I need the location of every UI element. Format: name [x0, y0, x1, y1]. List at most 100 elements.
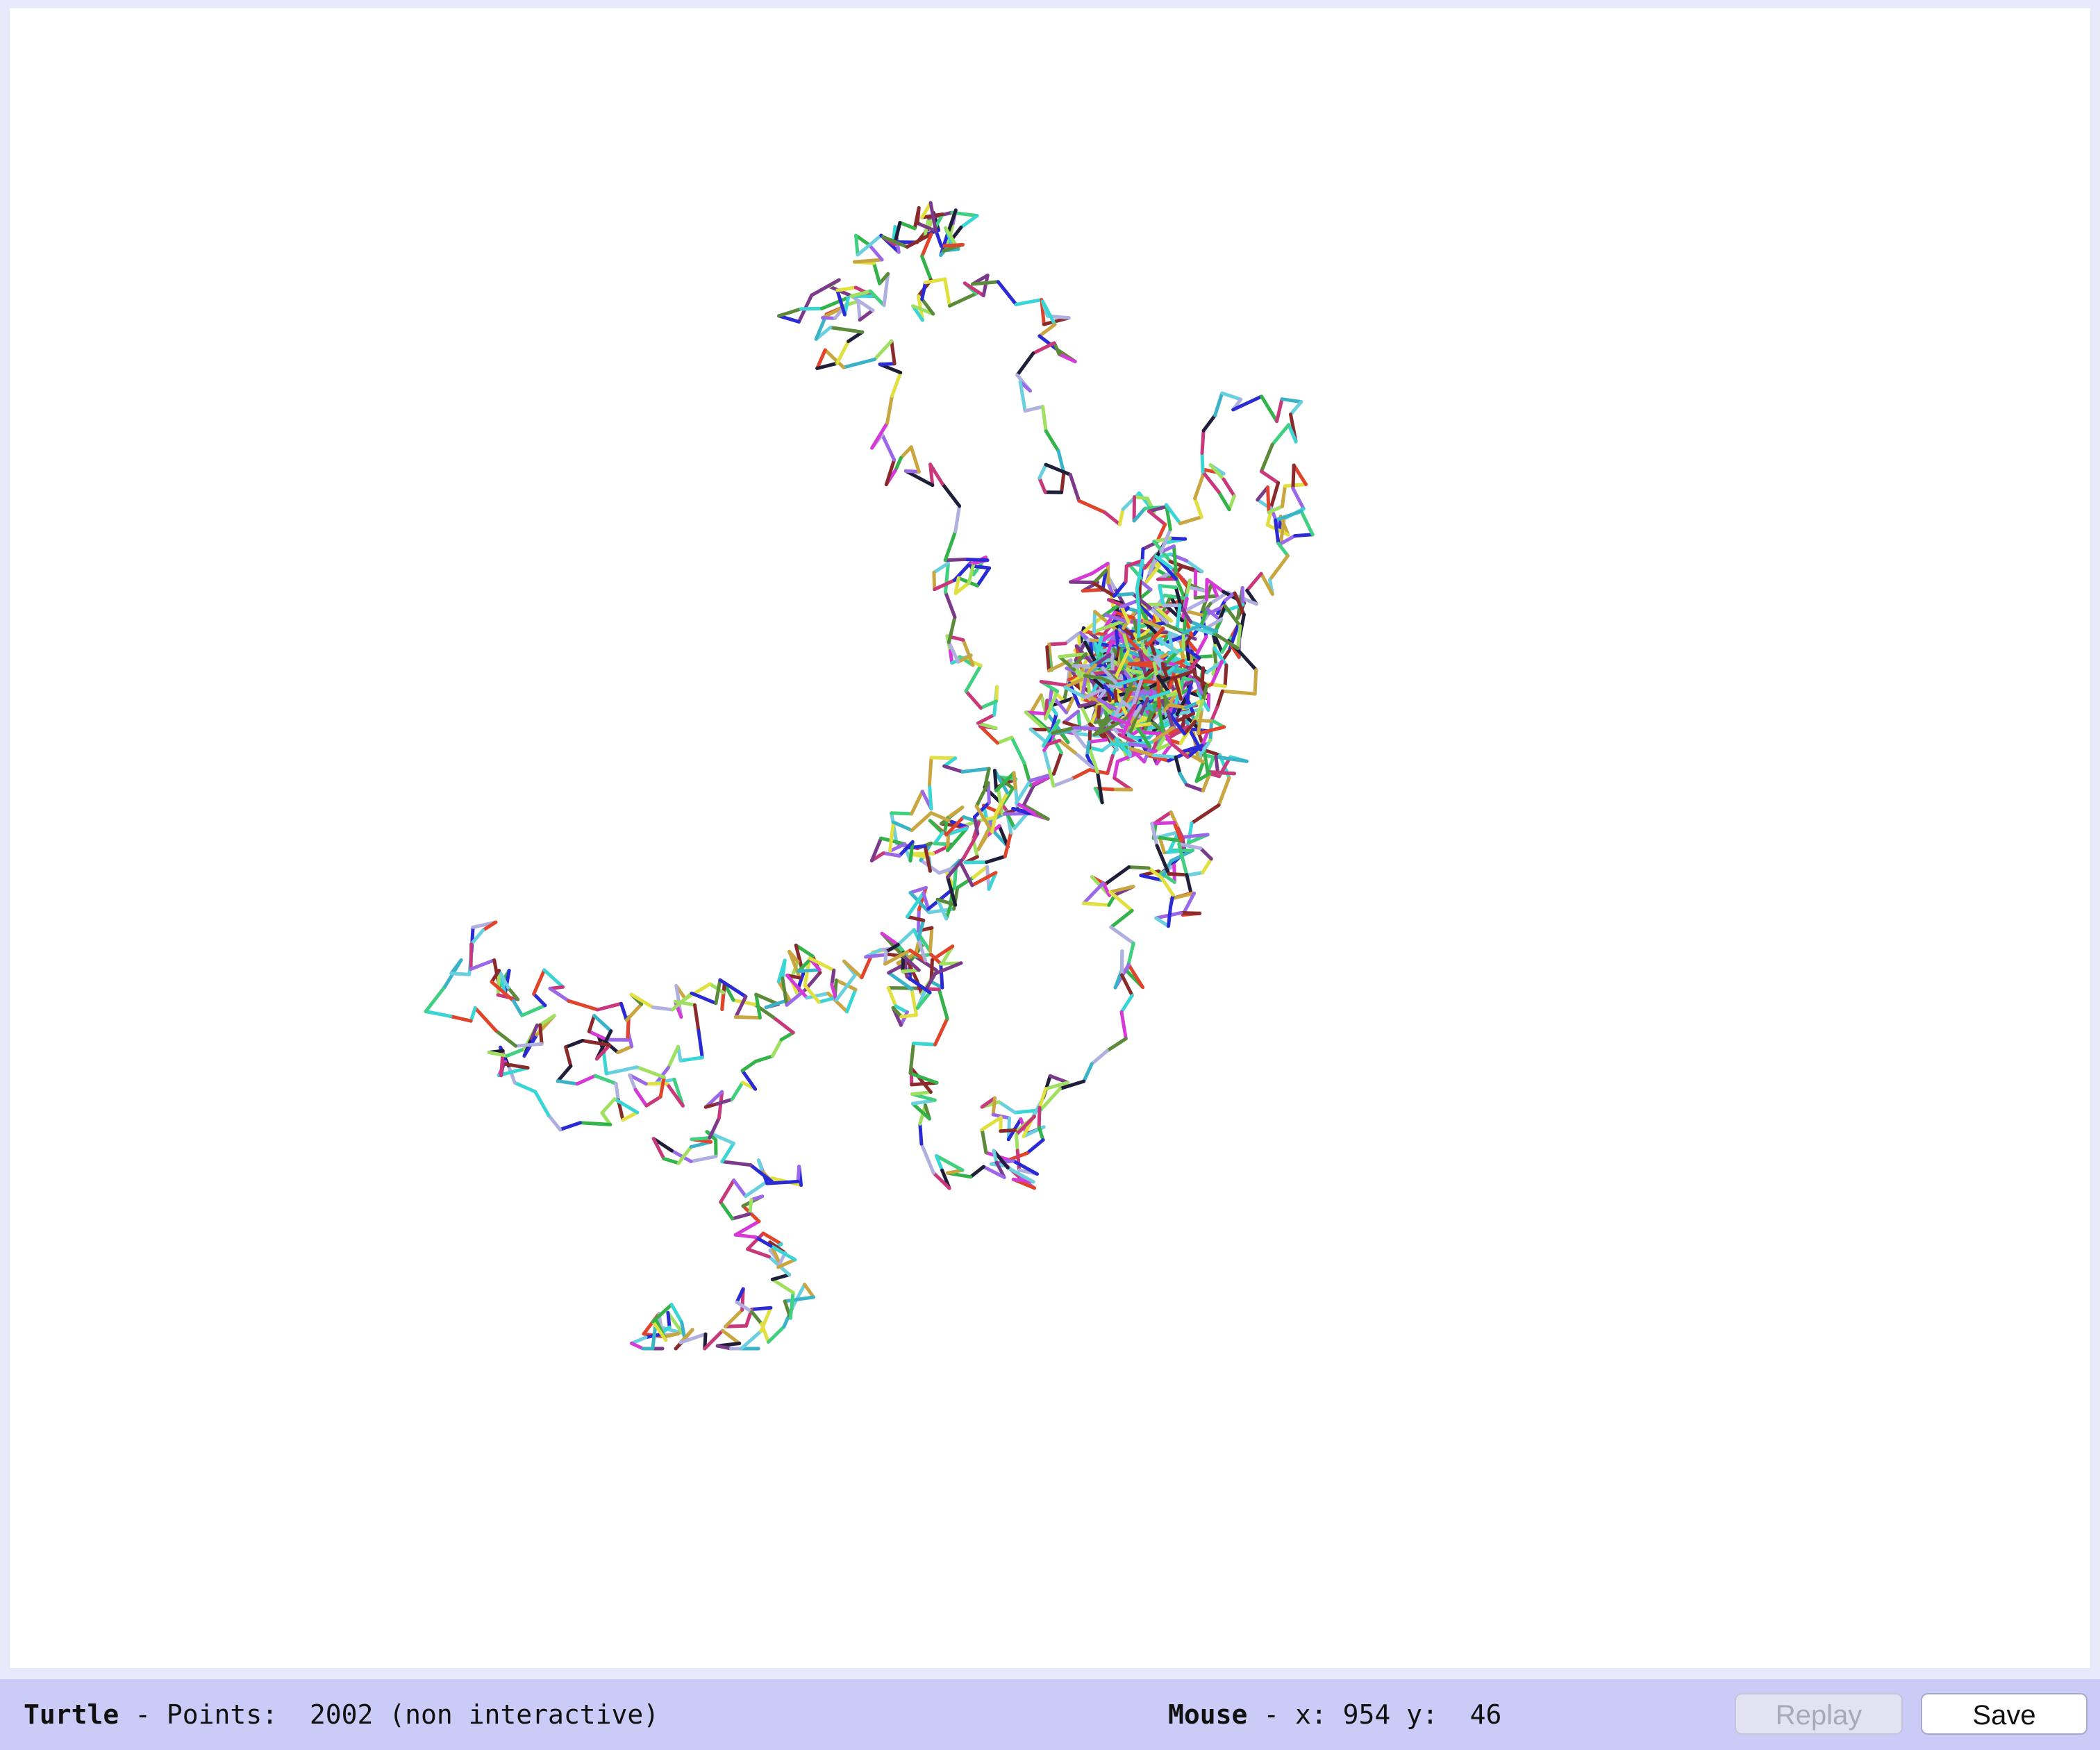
- walk-segment: [719, 1200, 735, 1221]
- walk-segment: [946, 806, 965, 820]
- walk-segment: [960, 767, 991, 774]
- walk-segment: [724, 1308, 744, 1328]
- walk-segment: [1010, 735, 1026, 765]
- walk-segment: [928, 926, 934, 953]
- walk-segment: [835, 285, 858, 292]
- walk-segment: [783, 1295, 815, 1303]
- walk-segment: [1063, 631, 1081, 646]
- walk-segment: [1276, 542, 1290, 558]
- walk-segment: [1178, 772, 1189, 787]
- walk-segment: [1147, 509, 1167, 526]
- walk-segment: [777, 314, 801, 324]
- walk-segment: [1167, 703, 1188, 710]
- walk-segment: [1052, 341, 1061, 356]
- walk-segment: [868, 289, 886, 308]
- walk-segment: [842, 358, 876, 369]
- walk-segment: [542, 968, 565, 989]
- turtle-window: Turtle - Points: 2002 (non interactive) …: [0, 0, 2100, 1750]
- walk-segment: [881, 433, 897, 462]
- walk-segment: [909, 445, 921, 474]
- walk-segment: [924, 277, 947, 285]
- walk-segment: [1117, 507, 1125, 526]
- walk-segment: [1037, 1106, 1042, 1129]
- walk-segment: [1119, 973, 1134, 997]
- walk-segment: [690, 1136, 712, 1142]
- walk-segment: [770, 1038, 783, 1058]
- walk-segment: [1077, 499, 1107, 515]
- walk-segment: [976, 826, 991, 851]
- walk-segment: [910, 811, 933, 833]
- walk-segment: [928, 462, 935, 488]
- walk-segment: [932, 570, 937, 592]
- walk-segment: [753, 1054, 774, 1063]
- walk-segment: [740, 1329, 763, 1351]
- walk-segment: [972, 865, 989, 879]
- walk-segment: [797, 968, 822, 974]
- walk-segment: [803, 983, 821, 1004]
- walk-segment: [890, 339, 897, 366]
- walk-segment: [740, 1060, 758, 1073]
- walk-segment: [731, 1212, 752, 1221]
- replay-button[interactable]: Replay: [1735, 1693, 1903, 1735]
- walk-segment: [496, 970, 501, 997]
- walk-segment: [927, 756, 933, 786]
- walk-segment: [905, 915, 926, 922]
- walk-segment: [996, 280, 1018, 306]
- walk-segment: [720, 990, 726, 1011]
- walk-segment: [601, 1050, 608, 1076]
- walk-segment: [1186, 871, 1205, 877]
- walk-segment: [898, 221, 917, 231]
- walk-segment: [621, 1110, 640, 1122]
- walk-segment: [651, 1006, 674, 1012]
- walk-segment: [1028, 693, 1043, 716]
- walk-segment: [1069, 768, 1092, 781]
- walk-segment: [1156, 577, 1178, 581]
- walk-segment: [1060, 471, 1066, 494]
- walk-segment: [494, 1028, 518, 1048]
- walk-segment: [1025, 1138, 1045, 1155]
- walk-segment: [1012, 771, 1018, 793]
- walk-segment: [1081, 901, 1111, 907]
- walk-segment: [693, 1003, 701, 1033]
- walk-segment: [720, 1160, 753, 1167]
- walk-segment: [512, 1081, 538, 1094]
- walk-segment: [750, 1310, 764, 1326]
- walk-segment: [662, 1157, 681, 1165]
- walk-segment: [886, 986, 898, 1008]
- walk-segment: [920, 254, 933, 282]
- walk-segment: [424, 1010, 453, 1018]
- walk-segment: [1127, 865, 1151, 870]
- walk-segment: [567, 999, 599, 1012]
- walk-segment: [1082, 1062, 1094, 1083]
- walk-segment: [1299, 509, 1315, 537]
- walk-segment: [892, 820, 914, 833]
- walk-segment: [937, 988, 949, 1021]
- walk-segment: [1162, 603, 1182, 608]
- walk-segment: [760, 1322, 770, 1344]
- walk-segment: [633, 1088, 649, 1108]
- walk-segment: [1283, 483, 1308, 488]
- walk-segment: [532, 992, 547, 1008]
- walk-segment: [1280, 397, 1303, 404]
- walk-segment: [890, 371, 903, 398]
- walk-segment: [1245, 572, 1263, 592]
- walk-segment: [1201, 857, 1213, 874]
- walk-segment: [940, 482, 962, 508]
- walk-segment: [1158, 584, 1178, 590]
- walk-segment: [899, 1013, 918, 1019]
- save-button[interactable]: Save: [1921, 1693, 2088, 1735]
- walk-segment: [788, 1290, 795, 1320]
- walk-segment: [1106, 753, 1115, 776]
- walk-segment: [1093, 786, 1115, 792]
- walk-segment: [1168, 536, 1188, 541]
- status-bar: Turtle - Points: 2002 (non interactive) …: [0, 1679, 2100, 1750]
- walk-segment: [910, 987, 918, 1017]
- walk-segment: [1213, 391, 1224, 417]
- walk-segment: [1108, 890, 1134, 912]
- walk-segment: [548, 987, 571, 1003]
- walk-segment: [1199, 847, 1213, 861]
- walk-segment: [1167, 905, 1173, 928]
- walk-segment: [1045, 645, 1051, 673]
- walk-segment: [733, 1233, 758, 1239]
- walk-segments: [424, 201, 1315, 1351]
